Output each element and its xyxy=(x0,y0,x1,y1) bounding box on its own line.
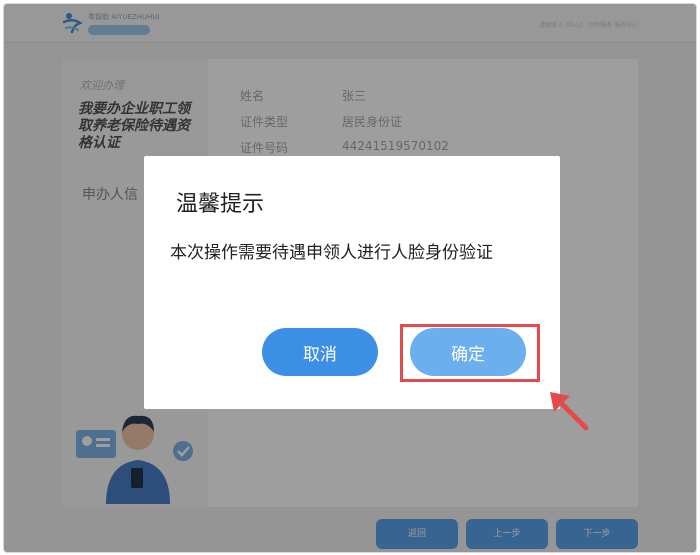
cancel-button[interactable]: 取消 xyxy=(262,328,378,376)
confirm-highlight-box xyxy=(400,324,540,382)
pointer-arrow-icon xyxy=(550,392,589,431)
dialog-message: 本次操作需要待遇申领人进行人脸身份验证 xyxy=(170,243,493,263)
app-window: 粤智助 AIYUEZHUHUI 请联系人 (中心) · 为你服务 服务中心 欢迎… xyxy=(3,3,697,553)
dialog-title: 温馨提示 xyxy=(176,192,265,217)
